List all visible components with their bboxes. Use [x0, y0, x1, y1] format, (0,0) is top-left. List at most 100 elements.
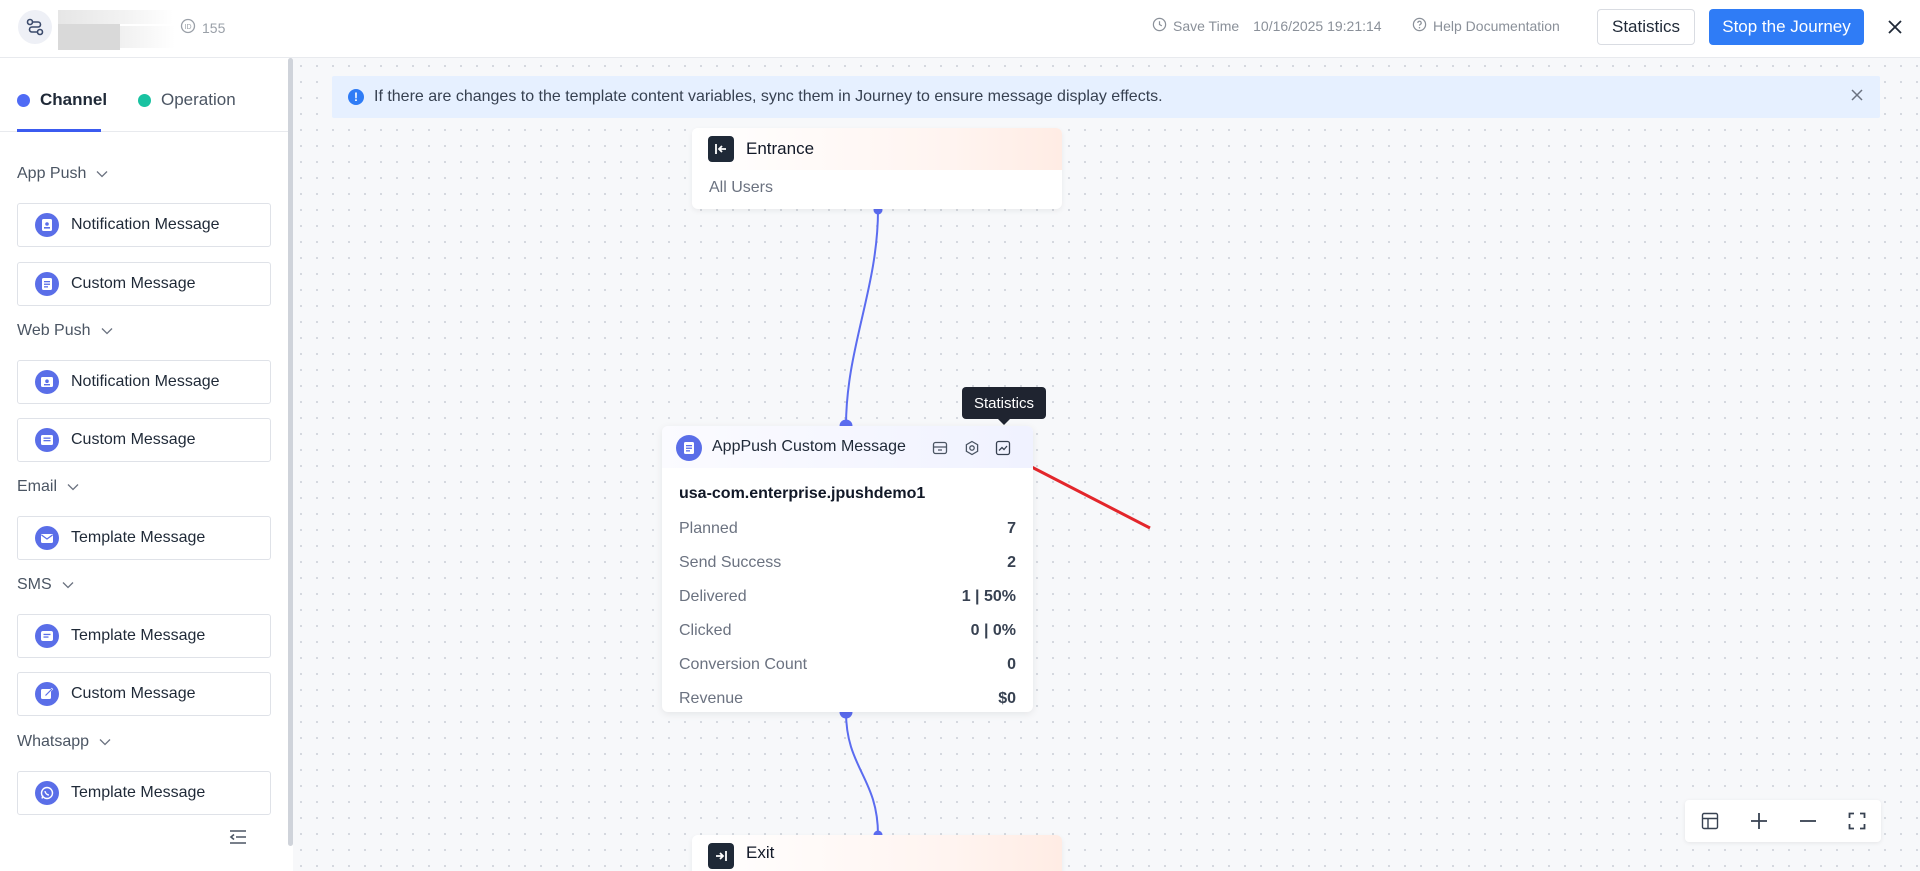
- zoom-out-icon[interactable]: [1796, 809, 1820, 833]
- sidebar-item-app-push-notification[interactable]: Notification Message: [17, 203, 271, 247]
- id-icon: ID: [180, 18, 196, 37]
- chevron-down-icon: [101, 322, 113, 340]
- top-header: ID 155 Save Time 10/16/2025 19:21:14 Hel…: [0, 0, 1920, 58]
- notification-icon: [35, 213, 59, 237]
- journey-id: ID 155: [180, 18, 225, 37]
- entrance-header: Entrance: [692, 128, 1062, 170]
- collapse-sidebar-icon[interactable]: [228, 828, 248, 851]
- stat-label: Delivered: [679, 588, 747, 605]
- item-label: Custom Message: [71, 685, 196, 702]
- entrance-subtitle: All Users: [709, 179, 774, 196]
- stat-value: 7: [1007, 520, 1016, 537]
- save-time: Save Time 10/16/2025 19:21:14: [1152, 17, 1382, 35]
- group-label: Email: [17, 478, 58, 495]
- help-icon: [1412, 17, 1427, 35]
- document-icon: [35, 272, 59, 296]
- item-label: Notification Message: [71, 373, 220, 390]
- tab-operation[interactable]: Operation: [138, 90, 236, 110]
- sidebar-item-sms-template[interactable]: Template Message: [17, 614, 271, 658]
- stat-value: $0: [998, 690, 1016, 707]
- sidebar-item-email-template[interactable]: Template Message: [17, 516, 271, 560]
- group-label: SMS: [17, 576, 52, 593]
- group-label: Whatsapp: [17, 733, 90, 750]
- flow-connectors: [839, 205, 1151, 840]
- stat-row: Send Success 2: [679, 554, 1016, 572]
- help-label: Help Documentation: [1433, 18, 1560, 34]
- item-label: Template Message: [71, 784, 206, 801]
- message-node[interactable]: AppPush Custom Message usa-com.enterpris…: [662, 426, 1033, 712]
- group-label: Web Push: [17, 322, 91, 339]
- help-documentation-link[interactable]: Help Documentation: [1412, 17, 1560, 35]
- canvas-controls: [1685, 800, 1881, 842]
- sidebar-item-app-push-custom[interactable]: Custom Message: [17, 262, 271, 306]
- save-time-label: Save Time: [1173, 18, 1240, 34]
- stat-value: 0 | 0%: [970, 622, 1016, 639]
- item-label: Custom Message: [71, 275, 196, 292]
- edit-icon: [35, 682, 59, 706]
- stat-row: Revenue $0: [679, 690, 1016, 708]
- stat-label: Conversion Count: [679, 656, 808, 673]
- journey-name-redacted: [58, 10, 173, 24]
- group-label: App Push: [17, 165, 87, 182]
- item-label: Template Message: [71, 627, 206, 644]
- chevron-down-icon: [99, 733, 111, 751]
- zoom-in-icon[interactable]: [1747, 809, 1771, 833]
- item-label: Notification Message: [71, 216, 220, 233]
- document-icon: [676, 435, 702, 461]
- sidebar-item-sms-custom[interactable]: Custom Message: [17, 672, 271, 716]
- stat-row: Delivered 1 | 50%: [679, 588, 1016, 606]
- chat-icon: [35, 624, 59, 648]
- annotation-arrow: [1019, 459, 1151, 530]
- chevron-down-icon: [67, 478, 79, 496]
- entrance-title: Entrance: [746, 139, 815, 158]
- stat-row: Clicked 0 | 0%: [679, 622, 1016, 640]
- sidebar-item-web-push-custom[interactable]: Custom Message: [17, 418, 271, 462]
- sidebar-tabs: Channel Operation: [0, 58, 288, 132]
- stat-value: 0: [1007, 656, 1016, 673]
- group-email[interactable]: Email: [17, 478, 79, 496]
- journey-canvas[interactable]: ! If there are changes to the template c…: [293, 58, 1920, 871]
- journey-name-redacted: [120, 26, 175, 48]
- settings-icon[interactable]: [963, 439, 981, 457]
- whatsapp-icon: [35, 781, 59, 805]
- exit-node[interactable]: Exit: [692, 835, 1062, 871]
- stat-value: 2: [1007, 554, 1016, 571]
- channel-dot: [17, 93, 30, 107]
- message-node-title: AppPush Custom Message: [712, 438, 906, 455]
- message-app-name: usa-com.enterprise.jpushdemo1: [679, 485, 926, 502]
- fullscreen-icon[interactable]: [1845, 809, 1869, 833]
- stat-value: 1 | 50%: [961, 588, 1016, 605]
- tab-operation-label: Operation: [161, 90, 236, 109]
- group-whatsapp[interactable]: Whatsapp: [17, 733, 111, 751]
- close-icon[interactable]: [1880, 12, 1910, 42]
- exit-icon: [708, 843, 734, 869]
- tab-channel-label: Channel: [40, 90, 108, 109]
- tab-channel[interactable]: Channel: [17, 90, 107, 110]
- archive-icon[interactable]: [931, 439, 949, 457]
- layout-icon[interactable]: [1698, 809, 1722, 833]
- entrance-icon: [708, 136, 734, 162]
- notification-icon: [35, 370, 59, 394]
- save-time-value: 10/16/2025 19:21:14: [1253, 18, 1382, 34]
- group-app-push[interactable]: App Push: [17, 165, 108, 183]
- exit-title: Exit: [746, 843, 775, 862]
- statistics-icon[interactable]: [994, 439, 1012, 457]
- statistics-tooltip: Statistics: [962, 387, 1046, 425]
- group-web-push[interactable]: Web Push: [17, 322, 113, 340]
- mail-icon: [35, 526, 59, 550]
- journey-name-redacted: [58, 24, 120, 50]
- statistics-button[interactable]: Statistics: [1597, 9, 1695, 45]
- stat-label: Planned: [679, 520, 738, 537]
- operation-dot: [138, 93, 151, 107]
- group-sms[interactable]: SMS: [17, 576, 74, 594]
- stat-label: Send Success: [679, 554, 782, 571]
- sidebar-item-whatsapp-template[interactable]: Template Message: [17, 771, 271, 815]
- document-icon: [35, 428, 59, 452]
- sidebar-item-web-push-notification[interactable]: Notification Message: [17, 360, 271, 404]
- stop-journey-button[interactable]: Stop the Journey: [1709, 9, 1864, 45]
- journey-icon: [18, 10, 52, 44]
- chevron-down-icon: [96, 165, 108, 183]
- active-tab-indicator: [17, 129, 101, 132]
- journey-id-value: 155: [202, 19, 226, 36]
- entrance-node[interactable]: Entrance All Users: [692, 128, 1062, 209]
